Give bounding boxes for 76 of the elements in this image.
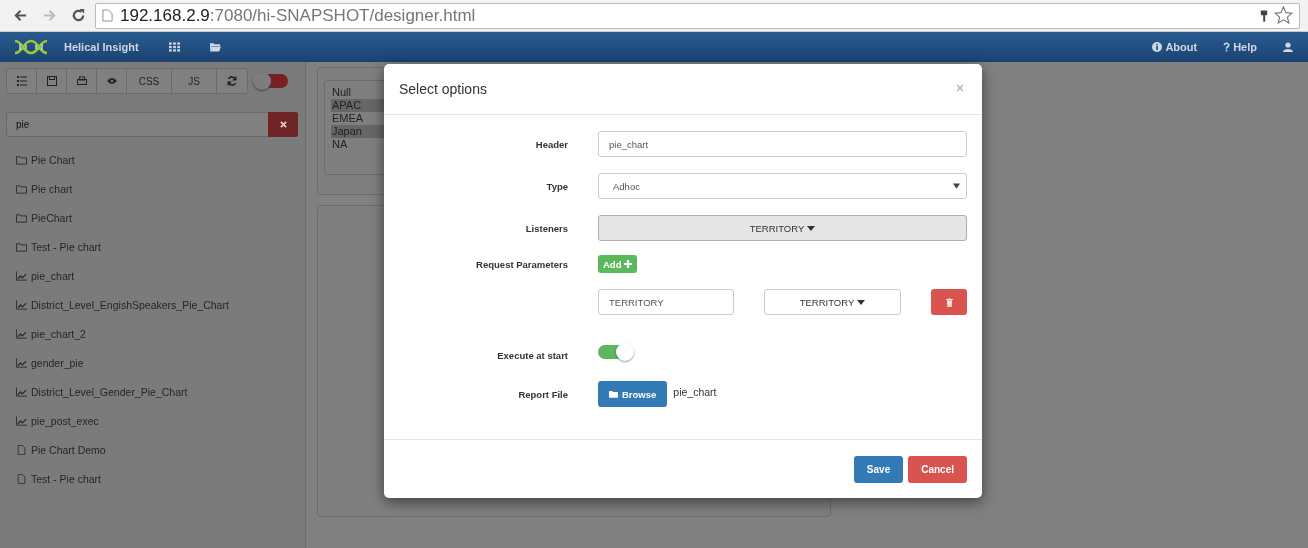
delete-button[interactable] bbox=[931, 289, 967, 315]
listeners-dropdown[interactable]: TERRITORY bbox=[598, 215, 967, 241]
file-name[interactable]: District_Level_Gender_Pie_Chart bbox=[31, 385, 188, 398]
folder-icon bbox=[16, 183, 27, 194]
file-name[interactable]: Test - Pie chart bbox=[31, 472, 102, 485]
add-button[interactable]: Add bbox=[598, 255, 638, 273]
dialog-title: Select options bbox=[399, 81, 487, 97]
caret-icon bbox=[807, 225, 816, 231]
field-label: Request Parameters bbox=[475, 258, 568, 270]
file-name[interactable]: pie_chart bbox=[31, 269, 75, 282]
folder-icon bbox=[16, 212, 27, 223]
cancel-button[interactable]: Cancel bbox=[908, 455, 967, 483]
caret-icon bbox=[857, 299, 866, 305]
type-select[interactable]: Adhoc bbox=[598, 173, 967, 199]
star-icon[interactable] bbox=[1274, 6, 1293, 25]
refresh-icon bbox=[227, 76, 237, 86]
field-label: Report File bbox=[517, 388, 568, 400]
field-label: Type bbox=[545, 180, 568, 192]
search-field[interactable]: pie bbox=[6, 112, 268, 137]
line-chart-icon bbox=[16, 299, 27, 310]
eye-icon bbox=[106, 76, 117, 86]
caret-icon bbox=[953, 183, 960, 189]
reload-icon[interactable] bbox=[71, 8, 86, 23]
address-bar[interactable]: 192.168.2.9:7080/hi-SNAPSHOT/designer.html bbox=[95, 2, 1300, 29]
file-name[interactable]: pie_post_exec bbox=[31, 414, 99, 427]
file-name[interactable]: Pie chart bbox=[31, 182, 73, 195]
folder-icon bbox=[16, 241, 27, 252]
toggle-switch[interactable] bbox=[598, 345, 632, 359]
parameter-dropdown[interactable]: TERRITORY bbox=[764, 289, 901, 315]
folder-icon bbox=[609, 390, 618, 398]
brand-name[interactable]: Helical Insight bbox=[64, 41, 139, 53]
save-icon bbox=[46, 76, 57, 86]
help-icon bbox=[1223, 42, 1231, 52]
close-icon bbox=[279, 121, 287, 128]
field-label: Header bbox=[534, 138, 568, 150]
line-chart-icon bbox=[16, 357, 27, 368]
key-icon[interactable] bbox=[1260, 8, 1268, 23]
toolbar-button[interactable]: CSS bbox=[127, 69, 172, 93]
file-name[interactable]: gender_pie bbox=[31, 356, 84, 369]
file-name[interactable]: Pie Chart Demo bbox=[31, 443, 106, 456]
plus-icon bbox=[624, 260, 633, 268]
print-icon bbox=[76, 76, 87, 86]
save-button[interactable]: Save bbox=[853, 455, 904, 483]
line-chart-icon bbox=[16, 415, 27, 426]
file-icon bbox=[16, 473, 27, 484]
nav-link[interactable]: Help bbox=[1223, 41, 1257, 53]
folder-icon[interactable] bbox=[209, 42, 221, 52]
file-icon bbox=[16, 444, 27, 455]
browse-button[interactable]: Browse bbox=[598, 381, 668, 407]
toggle-switch[interactable] bbox=[254, 74, 288, 88]
line-chart-icon bbox=[16, 328, 27, 339]
page-icon bbox=[102, 9, 113, 22]
list-icon bbox=[16, 76, 27, 86]
nav-link[interactable]: About bbox=[1152, 41, 1198, 53]
file-name[interactable]: PieChart bbox=[31, 211, 72, 224]
trash-icon bbox=[945, 297, 953, 307]
user-icon[interactable] bbox=[1283, 42, 1293, 52]
grid-icon[interactable] bbox=[168, 42, 180, 52]
toolbar-button[interactable]: JS bbox=[172, 69, 217, 93]
file-name[interactable]: District_Level_EngishSpeakers_Pie_Chart bbox=[31, 298, 229, 311]
back-icon[interactable] bbox=[13, 8, 28, 23]
field-label: Listeners bbox=[524, 222, 568, 234]
parameter-field[interactable]: TERRITORY bbox=[598, 289, 734, 315]
file-name[interactable]: Test - Pie chart bbox=[31, 240, 102, 253]
folder-icon bbox=[16, 154, 27, 165]
header-field[interactable]: pie_chart bbox=[598, 131, 967, 157]
file-name[interactable]: Pie Chart bbox=[31, 153, 75, 166]
field-label: Execute at start bbox=[496, 349, 568, 361]
line-chart-icon bbox=[16, 386, 27, 397]
file-name: pie_chart bbox=[673, 386, 717, 398]
clear-button[interactable] bbox=[268, 112, 298, 137]
line-chart-icon bbox=[16, 270, 27, 281]
logo-icon[interactable] bbox=[14, 39, 48, 55]
file-name[interactable]: pie_chart_2 bbox=[31, 327, 86, 340]
info-icon bbox=[1152, 42, 1163, 52]
close-icon bbox=[956, 84, 964, 92]
